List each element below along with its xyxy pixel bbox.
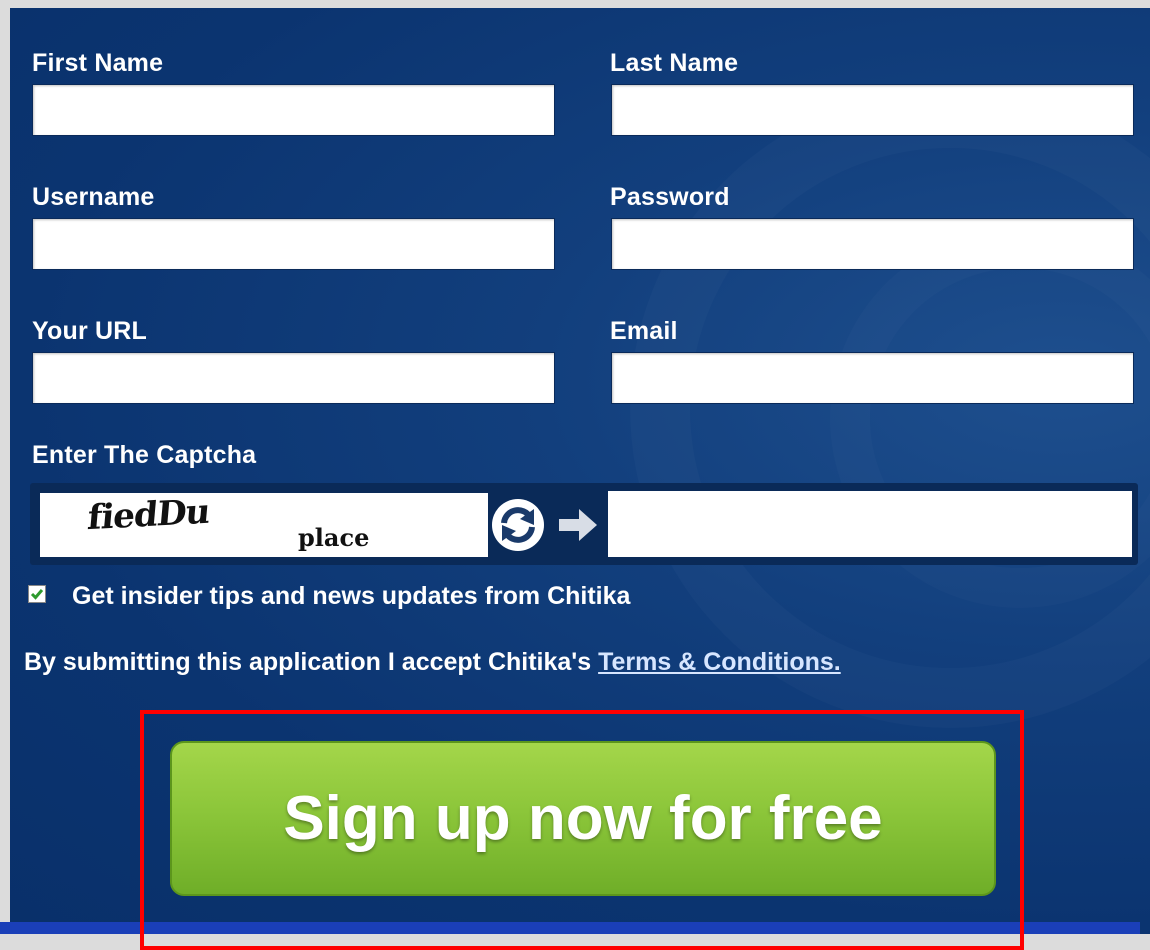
captcha-label: Enter The Captcha (32, 441, 257, 469)
url-label: Your URL (32, 317, 148, 345)
captcha-image: fiedDu place (40, 491, 488, 557)
refresh-icon[interactable] (490, 497, 546, 553)
captcha-word-1: fiedDu (85, 491, 212, 539)
captcha-word-2: place (298, 523, 370, 552)
password-label: Password (610, 183, 730, 211)
last-name-label: Last Name (610, 49, 739, 77)
newsletter-checkbox[interactable] (28, 585, 46, 603)
url-input[interactable] (32, 352, 555, 404)
captcha-input[interactable] (608, 491, 1132, 557)
first-name-input[interactable] (32, 84, 555, 136)
first-name-label: First Name (32, 49, 164, 77)
password-input[interactable] (611, 218, 1134, 270)
newsletter-label: Get insider tips and news updates from C… (72, 582, 631, 610)
terms-text: By submitting this application I accept … (24, 648, 599, 676)
last-name-input[interactable] (611, 84, 1134, 136)
arrow-right-icon (555, 505, 603, 545)
terms-link[interactable]: Terms & Conditions. (598, 648, 841, 676)
username-input[interactable] (32, 218, 555, 270)
email-label: Email (610, 317, 678, 345)
checkmark-icon (30, 587, 44, 601)
terms-statement: By submitting this application I accept … (24, 648, 841, 677)
highlight-box (140, 710, 1024, 950)
email-input[interactable] (611, 352, 1134, 404)
username-label: Username (32, 183, 155, 211)
captcha-row: fiedDu place (30, 483, 1138, 565)
